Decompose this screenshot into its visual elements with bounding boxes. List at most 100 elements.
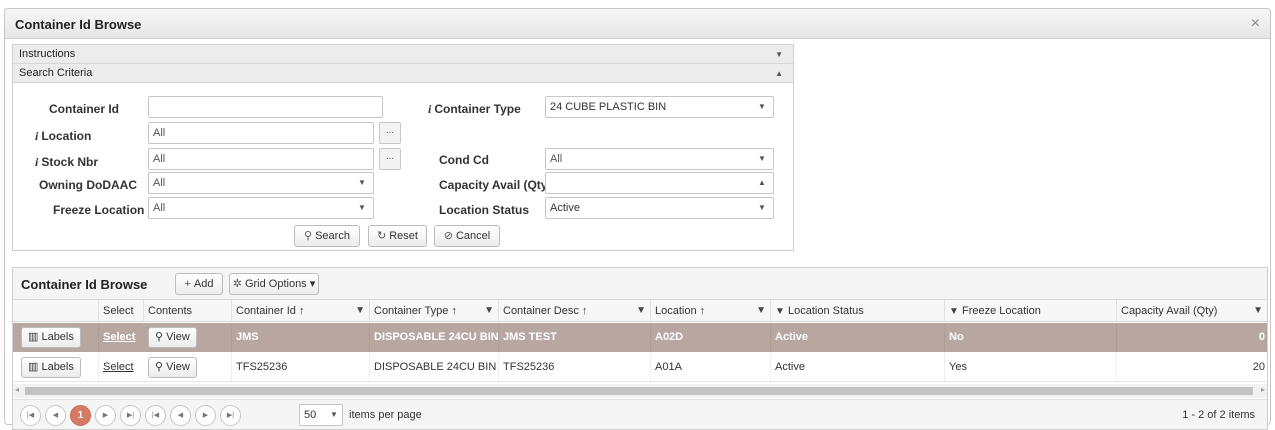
filter-icon[interactable]: ▼ [484, 300, 494, 322]
col-header-freeze-location[interactable]: ▼ Freeze Location [944, 300, 1116, 322]
filter-icon[interactable]: ▼ [1253, 300, 1263, 322]
search-criteria-header[interactable]: Search Criteria ▲ [13, 64, 793, 83]
stock-nbr-input[interactable]: All [148, 148, 374, 170]
search-criteria-label: Search Criteria [19, 67, 93, 79]
sort-asc-icon: ↑ [699, 305, 706, 317]
barcode-icon: ▥ [28, 331, 42, 343]
cell-container-id: JMS [231, 323, 369, 352]
stepper-icon[interactable]: ▲ [751, 173, 773, 193]
filter-icon[interactable]: ▼ [636, 300, 646, 322]
col-header-location-status[interactable]: ▼ Location Status [770, 300, 944, 322]
grid-options-button[interactable]: ✲ Grid Options ▾ [229, 273, 319, 295]
first-page-icon[interactable]: |◀ [145, 405, 166, 426]
next-page-icon[interactable]: ▶ [195, 405, 216, 426]
location-status-select[interactable]: Active ▼ [545, 197, 774, 219]
select-link[interactable]: Select [103, 331, 135, 343]
chevron-down-icon: ▼ [330, 410, 338, 419]
owning-dodaac-value: All [153, 177, 166, 189]
items-per-page-label: items per page [349, 409, 422, 421]
cell-container-type: DISPOSABLE 24CU BIN [369, 353, 498, 382]
cell-container-desc: TFS25236 [498, 353, 650, 382]
col-header-container-type[interactable]: Container Type ↑ ▼ [369, 300, 498, 322]
last-page-icon[interactable]: ▶| [120, 405, 141, 426]
reset-button[interactable]: ↻ Reset [368, 225, 427, 247]
search-icon: ⚲ [155, 331, 167, 343]
last-page-icon[interactable]: ▶| [220, 405, 241, 426]
cancel-button[interactable]: ⊘ Cancel [434, 225, 500, 247]
view-button[interactable]: ⚲ View [148, 327, 197, 348]
cond-cd-value: All [550, 153, 563, 165]
select-link[interactable]: Select [103, 361, 134, 373]
close-icon[interactable]: × [1251, 15, 1260, 33]
grid-title: Container Id Browse [21, 277, 148, 292]
plus-icon: + [184, 278, 191, 290]
first-page-icon[interactable]: |◀ [20, 405, 41, 426]
col-header-location[interactable]: Location ↑ ▼ [650, 300, 770, 322]
grid-header: Select Contents Container Id ↑ ▼ Containe… [13, 300, 1267, 322]
results-grid: Container Id Browse + Add ✲ Grid Options ▾… [12, 267, 1268, 430]
view-button[interactable]: ⚲ View [148, 357, 197, 378]
scroll-left-icon[interactable]: ◂ [15, 385, 19, 394]
search-icon: ⚲ [304, 230, 313, 242]
search-icon: ⚲ [155, 361, 167, 373]
col-header-contents: Contents [143, 300, 231, 322]
table-row[interactable]: ▥ Labels Select ⚲ View JMS DISPOSABLE 24… [13, 323, 1267, 352]
cancel-button-label: Cancel [455, 230, 491, 242]
freeze-location-select[interactable]: All ▼ [148, 197, 374, 219]
instructions-header[interactable]: Instructions ▼ [13, 45, 793, 64]
reset-icon: ↻ [377, 230, 387, 242]
labels-button[interactable]: ▥ Labels [21, 357, 81, 378]
filter-icon[interactable]: ▼ [775, 306, 785, 317]
location-label: Location [41, 129, 92, 143]
sort-asc-icon: ↑ [451, 305, 457, 317]
next-page-icon[interactable]: ▶ [95, 405, 116, 426]
cond-cd-select[interactable]: All ▼ [545, 148, 774, 170]
select-cell: Select [98, 353, 143, 382]
prev-page-icon[interactable]: ◀ [45, 405, 66, 426]
prev-page-icon[interactable]: ◀ [170, 405, 191, 426]
scrollbar-thumb[interactable] [25, 387, 1253, 395]
location-status-label: Location Status [439, 203, 530, 217]
col-header-capacity-avail[interactable]: Capacity Avail (Qty) ▼ [1116, 300, 1269, 322]
col-header-container-desc[interactable]: Container Desc ↑ ▼ [498, 300, 650, 322]
freeze-location-value: All [153, 202, 166, 214]
info-icon: i [428, 102, 432, 116]
cell-location: A01A [650, 353, 770, 382]
horizontal-scrollbar[interactable]: ◂ ▸ [13, 384, 1267, 398]
instructions-label: Instructions [19, 48, 76, 60]
table-row[interactable]: ▥ Labels Select ⚲ View TFS25236 DISPOSAB… [13, 353, 1267, 382]
add-button[interactable]: + Add [175, 273, 223, 295]
stock-nbr-lookup-button[interactable]: ... [379, 148, 401, 170]
search-button[interactable]: ⚲ Search [294, 225, 360, 247]
freeze-location-label: Freeze Location [53, 203, 145, 217]
dialog-window: Container Id Browse × Instructions ▼ Sea… [4, 8, 1271, 430]
owning-dodaac-select[interactable]: All ▼ [148, 172, 374, 194]
pager-summary: 1 - 2 of 2 items [1182, 409, 1255, 421]
location-label-wrap: i Location [35, 129, 91, 144]
chevron-down-icon: ▼ [358, 203, 366, 212]
container-type-select[interactable]: 24 CUBE PLASTIC BIN ▼ [545, 96, 774, 118]
gear-icon: ✲ [232, 278, 242, 290]
container-id-input[interactable] [148, 96, 383, 118]
dialog-title: Container Id Browse [15, 17, 142, 32]
cell-container-desc: JMS TEST [498, 323, 650, 352]
capacity-avail-stepper[interactable]: ▲ [545, 172, 774, 194]
labels-button[interactable]: ▥ Labels [21, 327, 81, 348]
filter-icon[interactable]: ▼ [355, 300, 365, 322]
cell-container-id: TFS25236 [231, 353, 369, 382]
page-1-button[interactable]: 1 [70, 405, 91, 426]
col-header-container-id[interactable]: Container Id ↑ ▼ [231, 300, 369, 322]
location-input[interactable]: All [148, 122, 374, 144]
filter-icon[interactable]: ▼ [756, 300, 766, 322]
stock-nbr-label-wrap: i Stock Nbr [35, 155, 98, 170]
cond-cd-label: Cond Cd [439, 153, 489, 167]
chevron-down-icon: ▾ [306, 278, 316, 290]
collapse-icon: ▲ [775, 69, 783, 78]
container-id-label: Container Id [49, 102, 120, 116]
page-size-select[interactable]: 50 ▼ [299, 404, 343, 426]
grid-toolbar: Container Id Browse + Add ✲ Grid Options ▾ [13, 268, 1267, 300]
cell-location: A02D [650, 323, 770, 352]
location-lookup-button[interactable]: ... [379, 122, 401, 144]
scroll-right-icon[interactable]: ▸ [1261, 385, 1265, 394]
filter-icon[interactable]: ▼ [949, 306, 959, 317]
